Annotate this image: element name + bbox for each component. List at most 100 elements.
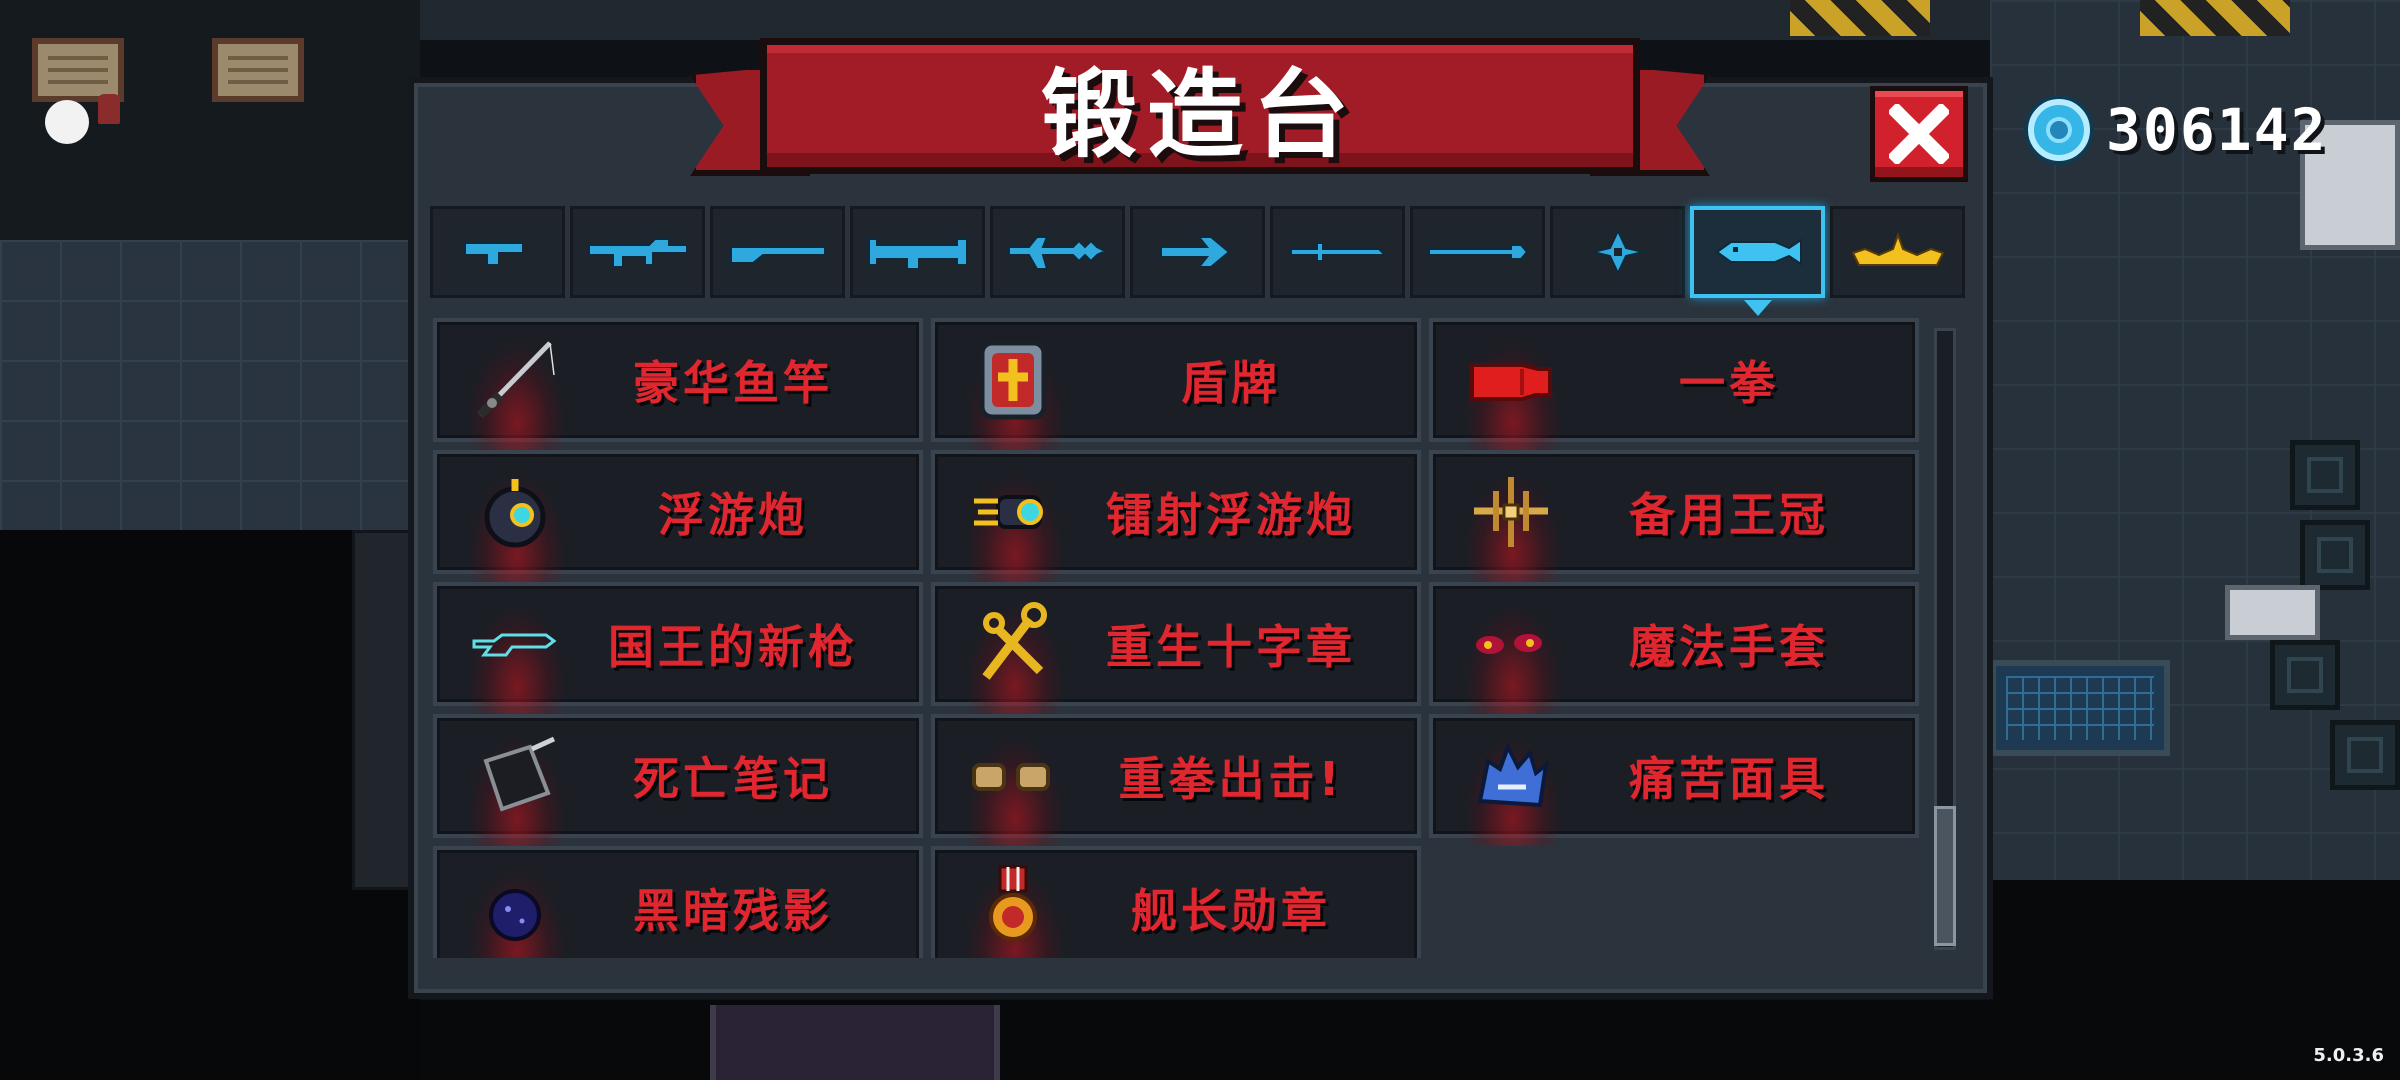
item-card[interactable]: 重生十字章 — [931, 582, 1421, 714]
tab-rocket-launcher[interactable] — [850, 206, 985, 298]
item-card[interactable]: 舰长勋章 — [931, 846, 1421, 958]
shuriken-icon — [1592, 228, 1643, 276]
item-icon-wrap — [1461, 728, 1561, 824]
item-card[interactable]: 一拳 — [1429, 318, 1919, 450]
tab-bow[interactable] — [1130, 206, 1265, 298]
staff-icon — [1427, 244, 1528, 260]
item-card[interactable]: 死亡笔记 — [433, 714, 923, 846]
gem-icon — [2028, 99, 2090, 161]
red-fist-icon — [1470, 363, 1552, 401]
item-name: 重生十字章 — [1106, 620, 1356, 674]
kings-new-gun-icon — [472, 633, 557, 657]
item-grid: 豪华鱼竿 盾牌 一拳 浮游炮 镭射浮游炮 备用王冠 国王的新枪 重生十字章 魔法… — [433, 318, 1923, 958]
character-sprite — [98, 94, 120, 124]
tab-throwable[interactable] — [1550, 206, 1685, 298]
item-name: 镭射浮游炮 — [1106, 488, 1356, 542]
rocket-launcher-icon — [867, 238, 968, 270]
currency-display: 306142 — [2028, 96, 2328, 164]
tab-melee[interactable] — [1270, 206, 1405, 298]
banner-plate: 锻造台 — [760, 38, 1640, 174]
item-card[interactable]: 重拳出击! — [931, 714, 1421, 846]
tab-pistol[interactable] — [430, 206, 565, 298]
pain-mask-icon — [1477, 741, 1549, 808]
shotgun-icon — [729, 246, 826, 264]
spare-crown-icon — [1474, 477, 1548, 547]
item-name: 一拳 — [1679, 356, 1779, 410]
item-name: 舰长勋章 — [1131, 884, 1331, 938]
crate — [2300, 520, 2370, 590]
item-card[interactable]: 黑暗残影 — [433, 846, 923, 958]
tab-special[interactable] — [1830, 206, 1965, 298]
tab-assault-rifle[interactable] — [570, 206, 705, 298]
item-icon-wrap — [1461, 464, 1561, 560]
tab-shotgun[interactable] — [710, 206, 845, 298]
item-card[interactable]: 镭射浮游炮 — [931, 450, 1421, 582]
item-card[interactable]: 浮游炮 — [433, 450, 923, 582]
page-title: 锻造台 — [1041, 58, 1359, 171]
tab-laser-gun[interactable] — [990, 206, 1125, 298]
item-icon-wrap — [465, 728, 565, 824]
title-banner: 锻造台 — [690, 30, 1710, 190]
computer-console — [1990, 660, 2170, 756]
hazard-stripe — [2140, 0, 2290, 36]
version-label: 5.0.3.6 — [2313, 1045, 2384, 1066]
captain-medal-icon — [989, 865, 1037, 941]
item-card[interactable]: 国王的新枪 — [433, 582, 923, 714]
background-doorway — [710, 1005, 1000, 1080]
item-name: 盾牌 — [1181, 356, 1281, 410]
crate — [2330, 720, 2400, 790]
item-grid-viewport[interactable]: 豪华鱼竿 盾牌 一拳 浮游炮 镭射浮游炮 备用王冠 国王的新枪 重生十字章 魔法… — [433, 318, 1923, 958]
item-card[interactable]: 备用王冠 — [1429, 450, 1919, 582]
crate — [2290, 440, 2360, 510]
currency-amount: 306142 — [2106, 96, 2328, 164]
item-name: 浮游炮 — [658, 488, 808, 542]
laser-gun-icon — [1007, 236, 1107, 270]
item-icon-wrap — [465, 332, 565, 428]
item-icon-wrap — [963, 464, 1063, 560]
item-name: 黑暗残影 — [633, 884, 833, 938]
background-floor-left — [0, 240, 420, 530]
item-name: 备用王冠 — [1629, 488, 1829, 542]
item-name: 死亡笔记 — [633, 752, 833, 806]
item-name: 豪华鱼竿 — [633, 356, 833, 410]
scrollbar-thumb[interactable] — [1934, 806, 1956, 946]
tab-staff[interactable] — [1410, 206, 1545, 298]
close-icon — [1889, 104, 1949, 164]
item-name: 国王的新枪 — [608, 620, 858, 674]
item-icon-wrap — [1461, 332, 1561, 428]
item-card[interactable]: 痛苦面具 — [1429, 714, 1919, 846]
assault-rifle-icon — [587, 238, 688, 268]
power-punch-icon — [972, 763, 1050, 791]
item-card[interactable]: 盾牌 — [931, 318, 1421, 450]
item-icon-wrap — [465, 464, 565, 560]
bow-icon — [1159, 236, 1231, 268]
item-name: 魔法手套 — [1629, 620, 1829, 674]
item-icon-wrap — [1461, 596, 1561, 692]
close-button[interactable] — [1870, 86, 1968, 182]
shield-icon — [979, 340, 1047, 420]
death-note-icon — [483, 736, 556, 812]
item-icon-wrap — [465, 860, 565, 956]
crown-icon — [1851, 232, 1944, 266]
item-icon-wrap — [465, 596, 565, 692]
item-card[interactable]: 豪华鱼竿 — [433, 318, 923, 450]
tab-accessory[interactable] — [1690, 206, 1825, 316]
laser-floating-cannon-icon — [974, 495, 1043, 529]
item-name: 重拳出击! — [1118, 752, 1344, 806]
background-bottom — [420, 1000, 1990, 1080]
notice-board — [212, 38, 304, 102]
floating-cannon-icon — [484, 479, 546, 548]
rebirth-cross-icon — [982, 602, 1047, 680]
fish-icon — [1714, 238, 1802, 266]
category-tabs — [430, 206, 1970, 316]
joystick-indicator[interactable] — [45, 100, 89, 144]
item-icon-wrap — [963, 332, 1063, 428]
pistol-icon — [463, 242, 524, 266]
item-name: 痛苦面具 — [1629, 752, 1829, 806]
item-card[interactable]: 魔法手套 — [1429, 582, 1919, 714]
notice-board — [32, 38, 124, 102]
magic-gloves-icon — [1476, 634, 1542, 654]
dark-shadow-orb-icon — [489, 889, 541, 941]
hazard-stripe — [1790, 0, 1930, 36]
item-icon-wrap — [963, 596, 1063, 692]
